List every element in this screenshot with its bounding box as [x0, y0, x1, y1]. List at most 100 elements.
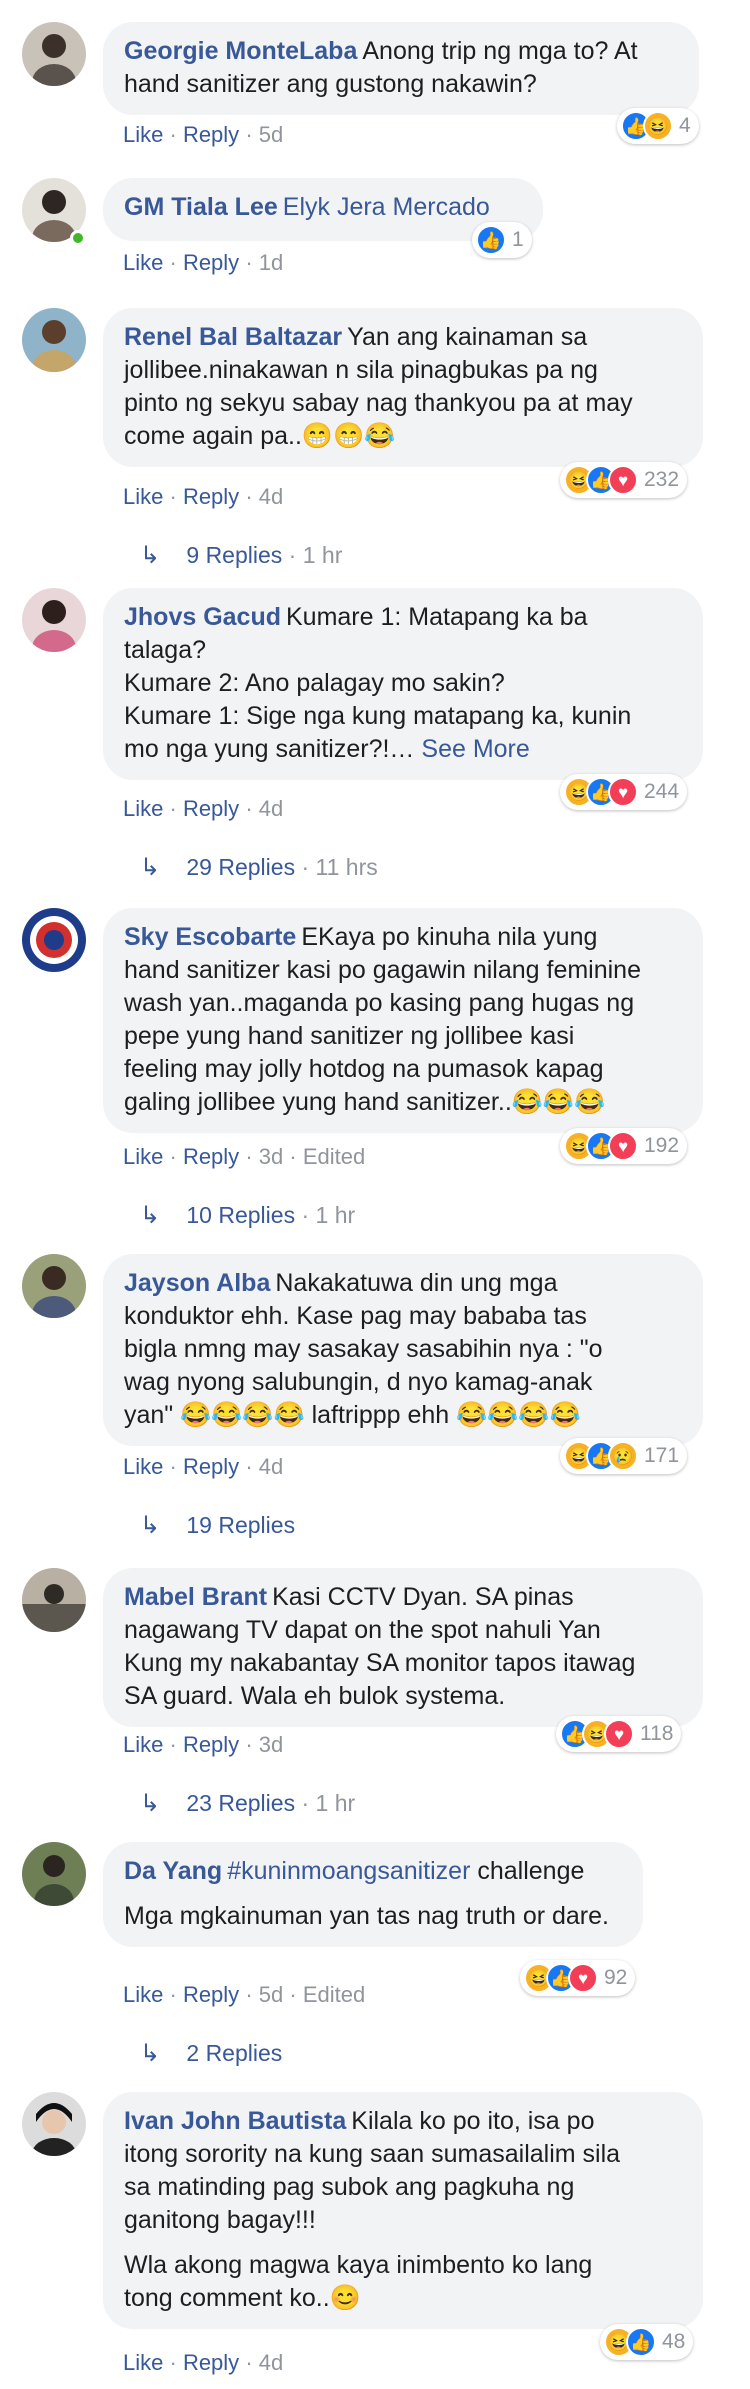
see-more-link[interactable]: See More: [421, 735, 529, 763]
commenter-name[interactable]: Jhovs Gacud: [124, 603, 281, 631]
avatar[interactable]: [22, 2092, 86, 2156]
separator: ·: [169, 250, 177, 275]
reaction-summary[interactable]: 😆 👍 ♥ 244: [560, 774, 688, 810]
like-button[interactable]: Like: [123, 122, 163, 147]
reply-arrow-icon: ↳: [140, 542, 161, 569]
view-replies-link[interactable]: ↳ 9 Replies · 1 hr: [140, 540, 342, 571]
separator: ·: [169, 1732, 177, 1757]
separator: ·: [245, 1982, 253, 2007]
replies-count[interactable]: 9 Replies: [186, 542, 282, 568]
reaction-summary[interactable]: 😆 👍 ♥ 192: [560, 1128, 688, 1164]
timestamp[interactable]: 1d: [259, 250, 283, 275]
avatar[interactable]: [22, 308, 86, 372]
timestamp[interactable]: 5d: [259, 1982, 283, 2007]
separator: ·: [245, 796, 253, 821]
like-button[interactable]: Like: [123, 484, 163, 509]
timestamp[interactable]: 4d: [259, 796, 283, 821]
like-button[interactable]: Like: [123, 250, 163, 275]
commenter-name[interactable]: Da Yang: [124, 1857, 222, 1885]
view-replies-link[interactable]: ↳ 19 Replies: [140, 1510, 295, 1541]
replies-count[interactable]: 29 Replies: [186, 854, 295, 880]
comment-actions: Like · Reply · 1d: [123, 248, 283, 278]
reply-button[interactable]: Reply: [183, 796, 239, 821]
like-reaction-icon: 👍: [626, 2327, 656, 2357]
like-button[interactable]: Like: [123, 1144, 163, 1169]
reaction-count: 244: [644, 780, 680, 803]
separator: ·: [169, 1982, 177, 2007]
timestamp[interactable]: 5d: [259, 122, 283, 147]
commenter-name[interactable]: Mabel Brant: [124, 1583, 267, 1611]
reply-button[interactable]: Reply: [183, 1144, 239, 1169]
separator: ·: [245, 2350, 253, 2375]
timestamp[interactable]: 4d: [259, 484, 283, 509]
replies-count[interactable]: 2 Replies: [186, 2040, 282, 2066]
reaction-summary[interactable]: 😆 👍 😢 171: [560, 1438, 688, 1474]
comment-actions: Like · Reply · 5d: [123, 120, 283, 150]
reply-button[interactable]: Reply: [183, 2350, 239, 2375]
avatar[interactable]: [22, 1842, 86, 1906]
reaction-summary[interactable]: 😆 👍 ♥ 92: [520, 1960, 636, 1996]
reply-button[interactable]: Reply: [183, 122, 239, 147]
reaction-count: 171: [644, 1444, 680, 1467]
timestamp[interactable]: 3d: [259, 1144, 283, 1169]
reply-button[interactable]: Reply: [183, 1454, 239, 1479]
reaction-summary[interactable]: 👍 1: [472, 222, 532, 258]
separator: ·: [245, 1732, 253, 1757]
like-reaction-icon: 👍: [476, 225, 506, 255]
replies-count[interactable]: 10 Replies: [186, 1202, 295, 1228]
replies-time: 1 hr: [302, 542, 343, 568]
view-replies-link[interactable]: ↳ 10 Replies · 1 hr: [140, 1200, 355, 1231]
reply-button[interactable]: Reply: [183, 250, 239, 275]
edited-label: Edited: [302, 1144, 366, 1169]
view-replies-link[interactable]: ↳ 23 Replies · 1 hr: [140, 1788, 355, 1819]
commenter-name[interactable]: Renel Bal Baltazar: [124, 323, 342, 351]
comment-actions: Like · Reply · 3d · Edited: [123, 1142, 365, 1172]
avatar[interactable]: [22, 588, 86, 652]
like-button[interactable]: Like: [123, 2350, 163, 2375]
commenter-name[interactable]: Jayson Alba: [124, 1269, 270, 1297]
replies-time: 11 hrs: [315, 854, 378, 880]
avatar[interactable]: [22, 1254, 86, 1318]
view-replies-link[interactable]: ↳ 29 Replies · 11 hrs: [140, 852, 378, 883]
timestamp[interactable]: 3d: [259, 1732, 283, 1757]
separator: ·: [169, 796, 177, 821]
like-button[interactable]: Like: [123, 1982, 163, 2007]
reaction-summary[interactable]: 😆 👍 48: [600, 2324, 694, 2360]
avatar[interactable]: [22, 908, 86, 972]
love-reaction-icon: ♥: [604, 1719, 634, 1749]
reaction-summary[interactable]: 👍 😆 4: [617, 108, 699, 144]
separator: ·: [169, 2350, 177, 2375]
commenter-name[interactable]: Georgie MonteLaba: [124, 37, 357, 65]
replies-time: 1 hr: [315, 1790, 356, 1816]
sad-reaction-icon: 😢: [608, 1441, 638, 1471]
mention-link[interactable]: Elyk Jera Mercado: [283, 193, 490, 221]
timestamp[interactable]: 4d: [259, 2350, 283, 2375]
like-button[interactable]: Like: [123, 1732, 163, 1757]
reply-button[interactable]: Reply: [183, 484, 239, 509]
reply-arrow-icon: ↳: [140, 1202, 161, 1229]
reaction-count: 4: [679, 114, 691, 137]
love-reaction-icon: ♥: [608, 465, 638, 495]
comment-bubble: Ivan John Bautista Kilala ko po ito, isa …: [103, 2092, 703, 2329]
hashtag-link[interactable]: #kuninmoangsanitizer: [227, 1857, 470, 1885]
replies-count[interactable]: 19 Replies: [186, 1512, 295, 1538]
commenter-name[interactable]: GM Tiala Lee: [124, 193, 278, 221]
like-button[interactable]: Like: [123, 796, 163, 821]
avatar[interactable]: [22, 22, 86, 86]
view-replies-link[interactable]: ↳ 2 Replies: [140, 2038, 282, 2069]
replies-count[interactable]: 23 Replies: [186, 1790, 295, 1816]
reaction-summary[interactable]: 😆 👍 ♥ 232: [560, 462, 688, 498]
commenter-name[interactable]: Ivan John Bautista: [124, 2107, 346, 2135]
reply-button[interactable]: Reply: [183, 1732, 239, 1757]
reply-button[interactable]: Reply: [183, 1982, 239, 2007]
separator: ·: [245, 250, 253, 275]
comment-text: Wla akong magwa kaya inimbento ko lang t…: [124, 2251, 593, 2312]
reaction-summary[interactable]: 👍 😆 ♥ 118: [556, 1716, 682, 1752]
like-button[interactable]: Like: [123, 1454, 163, 1479]
avatar[interactable]: [22, 1568, 86, 1632]
timestamp[interactable]: 4d: [259, 1454, 283, 1479]
separator: ·: [169, 484, 177, 509]
separator: ·: [301, 1202, 310, 1228]
commenter-name[interactable]: Sky Escobarte: [124, 923, 296, 951]
separator: ·: [245, 122, 253, 147]
